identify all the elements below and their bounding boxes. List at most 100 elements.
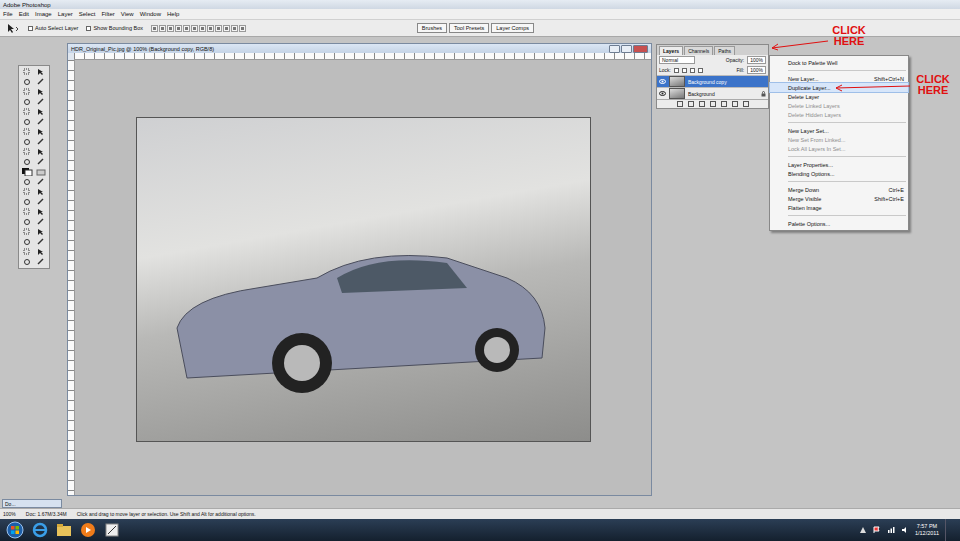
tool-button[interactable] xyxy=(21,198,33,206)
palette-button-icon[interactable] xyxy=(743,101,749,107)
tool-icon[interactable] xyxy=(37,208,45,216)
photo[interactable] xyxy=(136,117,591,442)
menu-item[interactable]: Merge DownCtrl+E xyxy=(770,185,908,194)
tool-button[interactable] xyxy=(21,98,33,106)
tool-button[interactable] xyxy=(21,78,33,86)
tool-button[interactable] xyxy=(21,148,33,156)
align-icon[interactable] xyxy=(183,25,190,32)
media-player-icon[interactable] xyxy=(80,522,96,538)
tool-icon[interactable] xyxy=(23,88,31,96)
tool-button[interactable] xyxy=(35,178,47,186)
tool-button[interactable] xyxy=(35,168,47,176)
layer-row[interactable]: Background copy xyxy=(657,75,768,87)
menu-item[interactable]: Select xyxy=(79,11,96,17)
layer-row[interactable]: Background xyxy=(657,87,768,99)
close-icon[interactable] xyxy=(633,45,648,53)
visibility-toggle[interactable] xyxy=(659,78,666,85)
palette-tab[interactable]: Channels xyxy=(684,46,713,55)
minimized-document[interactable]: Do... xyxy=(2,499,62,508)
tool-button[interactable] xyxy=(35,118,47,126)
tool-button[interactable] xyxy=(35,128,47,136)
tool-icon[interactable] xyxy=(23,218,31,226)
tool-button[interactable] xyxy=(21,118,33,126)
tool-icon[interactable] xyxy=(37,138,45,146)
tool-button[interactable] xyxy=(35,238,47,246)
tool-button[interactable] xyxy=(35,88,47,96)
checkbox[interactable] xyxy=(86,26,91,31)
menu-item[interactable]: Merge VisibleShift+Ctrl+E xyxy=(770,194,908,203)
menu-item[interactable]: View xyxy=(121,11,134,17)
lock-option[interactable] xyxy=(690,68,695,73)
eye-icon[interactable] xyxy=(659,91,666,96)
palette-button-icon[interactable] xyxy=(677,101,683,107)
tool-icon[interactable] xyxy=(37,188,45,196)
menu-item[interactable]: Edit xyxy=(19,11,29,17)
tool-icon[interactable] xyxy=(37,248,45,256)
eye-icon[interactable] xyxy=(659,79,666,84)
tool-button[interactable] xyxy=(35,228,47,236)
paint-app-icon[interactable] xyxy=(104,522,120,538)
tool-button[interactable] xyxy=(35,248,47,256)
tool-button[interactable] xyxy=(35,158,47,166)
tool-button[interactable] xyxy=(35,98,47,106)
tool-icon[interactable] xyxy=(23,128,31,136)
menu-item[interactable]: New Layer...Shift+Ctrl+N xyxy=(770,74,908,83)
action-center-icon[interactable] xyxy=(873,526,881,534)
lock-option[interactable] xyxy=(674,68,679,73)
align-icon[interactable] xyxy=(151,25,158,32)
tool-button[interactable] xyxy=(35,198,47,206)
tool-icon[interactable] xyxy=(23,248,31,256)
palette-tab[interactable]: Paths xyxy=(714,46,735,55)
tool-button[interactable] xyxy=(21,258,33,266)
tool-icon[interactable] xyxy=(37,88,45,96)
tool-icon[interactable] xyxy=(23,258,31,266)
tool-icon[interactable] xyxy=(37,178,45,186)
palette-button-icon[interactable] xyxy=(710,101,716,107)
palette-button-icon[interactable] xyxy=(699,101,705,107)
tool-icon[interactable] xyxy=(37,158,45,166)
tool-button[interactable] xyxy=(35,138,47,146)
move-tool-icon[interactable] xyxy=(6,23,20,33)
tool-icon[interactable] xyxy=(23,148,31,156)
align-icon[interactable] xyxy=(239,25,246,32)
tool-icon[interactable] xyxy=(37,68,45,76)
tool-button[interactable] xyxy=(35,258,47,266)
tool-icon[interactable] xyxy=(23,68,31,76)
tool-icon[interactable] xyxy=(37,258,45,266)
tool-icon[interactable] xyxy=(23,78,31,86)
well-tab[interactable]: Brushes xyxy=(417,23,447,33)
well-tab[interactable]: Layer Comps xyxy=(491,23,534,33)
blend-mode-select[interactable]: Normal xyxy=(659,56,695,64)
align-icon[interactable] xyxy=(175,25,182,32)
tool-icon[interactable] xyxy=(37,108,45,116)
checkbox-option[interactable]: Auto Select Layer xyxy=(28,25,78,31)
palette-tab[interactable]: Layers xyxy=(659,46,683,55)
tool-icon[interactable] xyxy=(37,128,45,136)
tool-button[interactable] xyxy=(35,218,47,226)
tool-button[interactable] xyxy=(21,178,33,186)
checkbox[interactable] xyxy=(28,26,33,31)
tool-button[interactable] xyxy=(21,158,33,166)
tool-button[interactable] xyxy=(21,228,33,236)
align-icon[interactable] xyxy=(191,25,198,32)
lock-option[interactable] xyxy=(698,68,703,73)
volume-icon[interactable] xyxy=(901,526,909,534)
tool-icon[interactable] xyxy=(23,228,31,236)
tool-button[interactable] xyxy=(35,148,47,156)
tool-button[interactable] xyxy=(21,128,33,136)
align-icon[interactable] xyxy=(223,25,230,32)
color-swatch-icon[interactable] xyxy=(21,168,33,176)
tool-icon[interactable] xyxy=(37,238,45,246)
menu-item[interactable]: Palette Options... xyxy=(770,219,908,228)
minimize-icon[interactable] xyxy=(609,45,620,53)
tool-button[interactable] xyxy=(35,78,47,86)
tool-button[interactable] xyxy=(21,68,33,76)
show-hidden-icon[interactable] xyxy=(859,526,867,534)
tool-button[interactable] xyxy=(21,208,33,216)
tool-icon[interactable] xyxy=(37,228,45,236)
align-icon[interactable] xyxy=(159,25,166,32)
menu-item[interactable]: Dock to Palette Well xyxy=(770,58,908,67)
tool-icon[interactable] xyxy=(23,208,31,216)
menu-item[interactable]: Window xyxy=(140,11,161,17)
tool-button[interactable] xyxy=(35,188,47,196)
